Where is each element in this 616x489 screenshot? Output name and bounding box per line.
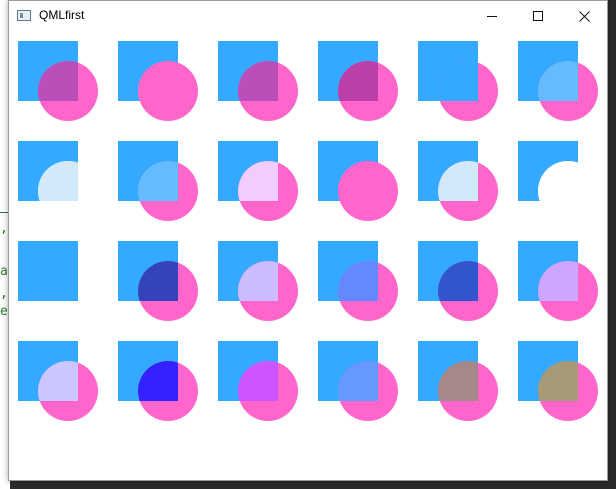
pink-circle (138, 61, 198, 121)
pink-circle (538, 161, 598, 221)
window-title: QMLfirst (39, 8, 85, 22)
blend-cell (518, 141, 616, 241)
blend-cell (18, 141, 118, 241)
pink-circle (138, 161, 198, 221)
pink-circle (438, 161, 498, 221)
blend-cell (418, 41, 518, 141)
maximize-icon (532, 10, 543, 21)
editor-glyph: , (0, 221, 8, 236)
blend-cell (118, 241, 218, 341)
editor-glyph: , (0, 286, 8, 301)
blend-cell (318, 41, 418, 141)
pink-circle (38, 161, 98, 221)
blend-cell (418, 141, 518, 241)
pink-circle (238, 361, 298, 421)
pink-circle (538, 61, 598, 121)
pink-circle (238, 261, 298, 321)
pink-circle (538, 361, 598, 421)
pink-circle (438, 61, 498, 121)
pink-circle (238, 61, 298, 121)
blend-cell (518, 41, 616, 141)
blend-cell (218, 41, 318, 141)
pink-circle (538, 261, 598, 321)
blend-cell (118, 41, 218, 141)
pink-circle (38, 61, 98, 121)
blend-cell (318, 341, 418, 441)
pink-circle (238, 161, 298, 221)
blue-square (18, 241, 78, 301)
blend-cell (318, 141, 418, 241)
close-icon (578, 10, 590, 22)
pink-circle (338, 261, 398, 321)
qml-canvas (9, 31, 607, 480)
pink-circle (138, 361, 198, 421)
pink-circle (338, 361, 398, 421)
blend-cell (18, 241, 118, 341)
blend-cell (318, 241, 418, 341)
close-button[interactable] (561, 1, 607, 31)
blend-cell (218, 141, 318, 241)
blend-cell (18, 341, 118, 441)
pink-circle (438, 261, 498, 321)
blend-cell (418, 341, 518, 441)
editor-glyph: a (0, 264, 8, 279)
blend-cell (418, 241, 518, 341)
pink-circle (438, 361, 498, 421)
blend-cell (518, 241, 616, 341)
pink-circle (338, 61, 398, 121)
minimize-icon (486, 15, 497, 17)
maximize-button[interactable] (515, 1, 561, 31)
blend-cell (218, 241, 318, 341)
app-window-icon (17, 10, 31, 21)
blend-cell (118, 141, 218, 241)
blend-cell (518, 341, 616, 441)
pink-circle (338, 161, 398, 221)
blend-cell (118, 341, 218, 441)
blend-cell (218, 341, 318, 441)
blend-cell (18, 41, 118, 141)
app-window: QMLfirst (8, 0, 608, 481)
title-bar[interactable]: QMLfirst (9, 1, 607, 31)
pink-circle (38, 361, 98, 421)
editor-glyph: e (0, 304, 8, 319)
minimize-button[interactable] (469, 1, 515, 31)
pink-circle (138, 261, 198, 321)
